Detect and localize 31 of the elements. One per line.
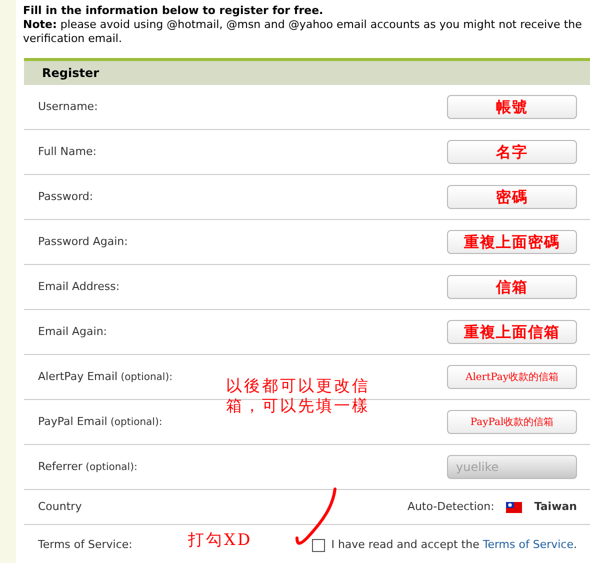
field-label: PayPal Email (optional): [38, 414, 162, 430]
intro-title: Fill in the information below to register for free. [23, 4, 324, 18]
input-field[interactable]: 重複上面信箱 [447, 320, 577, 344]
input-field[interactable]: AlertPay收款的信箱 [447, 365, 577, 389]
note-text: Note: please avoid using @hotmail, @msn and @yahoo email accounts as you might not receive the verification email. [23, 18, 583, 46]
field-label: Username: [38, 98, 98, 115]
input-field[interactable]: 信箱 [447, 275, 577, 299]
field-label: Full Name: [38, 144, 96, 160]
annotation-text: 打勾XD [188, 529, 252, 551]
field-label: AlertPay Email (optional): [38, 368, 172, 385]
flag-icon [506, 502, 522, 512]
input-field[interactable]: 密碼 [447, 185, 577, 209]
input-field[interactable]: 名字 [447, 140, 577, 164]
field-label: Country [38, 498, 82, 515]
field-label: Password Again: [38, 234, 128, 250]
field-label: Terms of Service: [38, 536, 132, 553]
input-field[interactable]: PayPal收款的信箱 [447, 410, 577, 434]
annotation-text: 以後都可以更改信箱，可以先填一樣 [226, 376, 371, 416]
field-label: Email Again: [38, 324, 107, 340]
register-header: Register [24, 58, 590, 85]
country-value: Taiwan [534, 498, 577, 515]
field-label: Email Address: [38, 278, 120, 295]
field-label: Referrer (optional): [38, 458, 138, 475]
checkbox[interactable] [312, 538, 326, 552]
field-label: Password: [38, 188, 94, 205]
terms-text: I have read and accept the Terms of Service. [331, 536, 577, 553]
input-field[interactable]: yuelike [447, 455, 577, 479]
input-field[interactable]: 重複上面密碼 [447, 230, 577, 254]
terms-link[interactable]: Terms of Service [482, 538, 574, 551]
detection-label: Auto-Detection: [407, 498, 494, 515]
input-field[interactable]: 帳號 [447, 95, 577, 119]
